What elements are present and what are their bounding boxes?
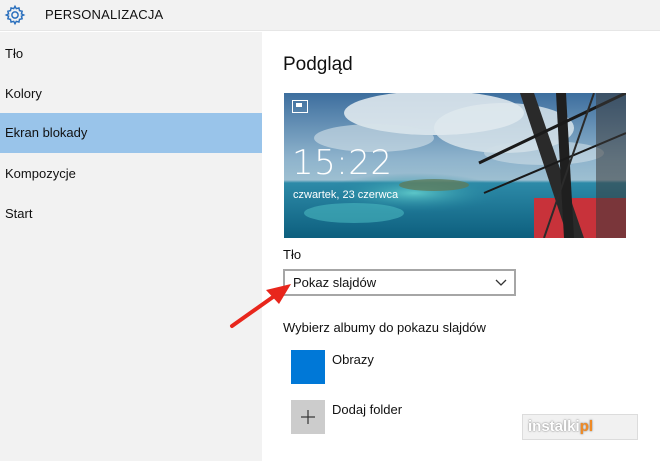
lock-screen-time: 15:22 xyxy=(292,143,393,183)
main-panel: Podgląd 15:22 czwartek, 23 czerwca Tło P… xyxy=(262,32,660,461)
app-title: PERSONALIZACJA xyxy=(45,7,164,22)
watermark-text: instalkipl xyxy=(528,418,594,435)
preview-heading: Podgląd xyxy=(283,54,353,75)
title-bar: PERSONALIZACJA xyxy=(0,0,660,31)
sidebar-item-ekran-blokady[interactable]: Ekran blokady xyxy=(0,113,262,153)
background-dropdown[interactable]: Pokaz slajdów xyxy=(283,269,516,296)
sidebar-item-kolory[interactable]: Kolory xyxy=(0,74,262,114)
add-folder-label[interactable]: Dodaj folder xyxy=(332,402,402,417)
watermark-logo: instalkipl xyxy=(522,414,638,440)
slideshow-icon xyxy=(292,100,308,113)
sidebar: Tło Kolory Ekran blokady Kompozycje Star… xyxy=(0,32,262,461)
plus-icon xyxy=(301,410,315,424)
lock-screen-date: czwartek, 23 czerwca xyxy=(293,189,399,201)
sidebar-item-start[interactable]: Start xyxy=(0,194,262,234)
background-label: Tło xyxy=(283,247,302,262)
sidebar-item-tlo[interactable]: Tło xyxy=(0,34,262,74)
add-folder-button[interactable] xyxy=(291,400,325,434)
albums-label: Wybierz albumy do pokazu slajdów xyxy=(283,320,486,335)
background-dropdown-value: Pokaz slajdów xyxy=(293,275,377,290)
album-tile-obrazy[interactable] xyxy=(291,350,325,384)
gear-icon xyxy=(4,4,26,26)
sidebar-item-kompozycje[interactable]: Kompozycje xyxy=(0,154,262,194)
chevron-down-icon xyxy=(495,279,507,286)
album-name-obrazy[interactable]: Obrazy xyxy=(332,352,374,367)
lock-screen-preview: 15:22 czwartek, 23 czerwca xyxy=(284,93,626,238)
